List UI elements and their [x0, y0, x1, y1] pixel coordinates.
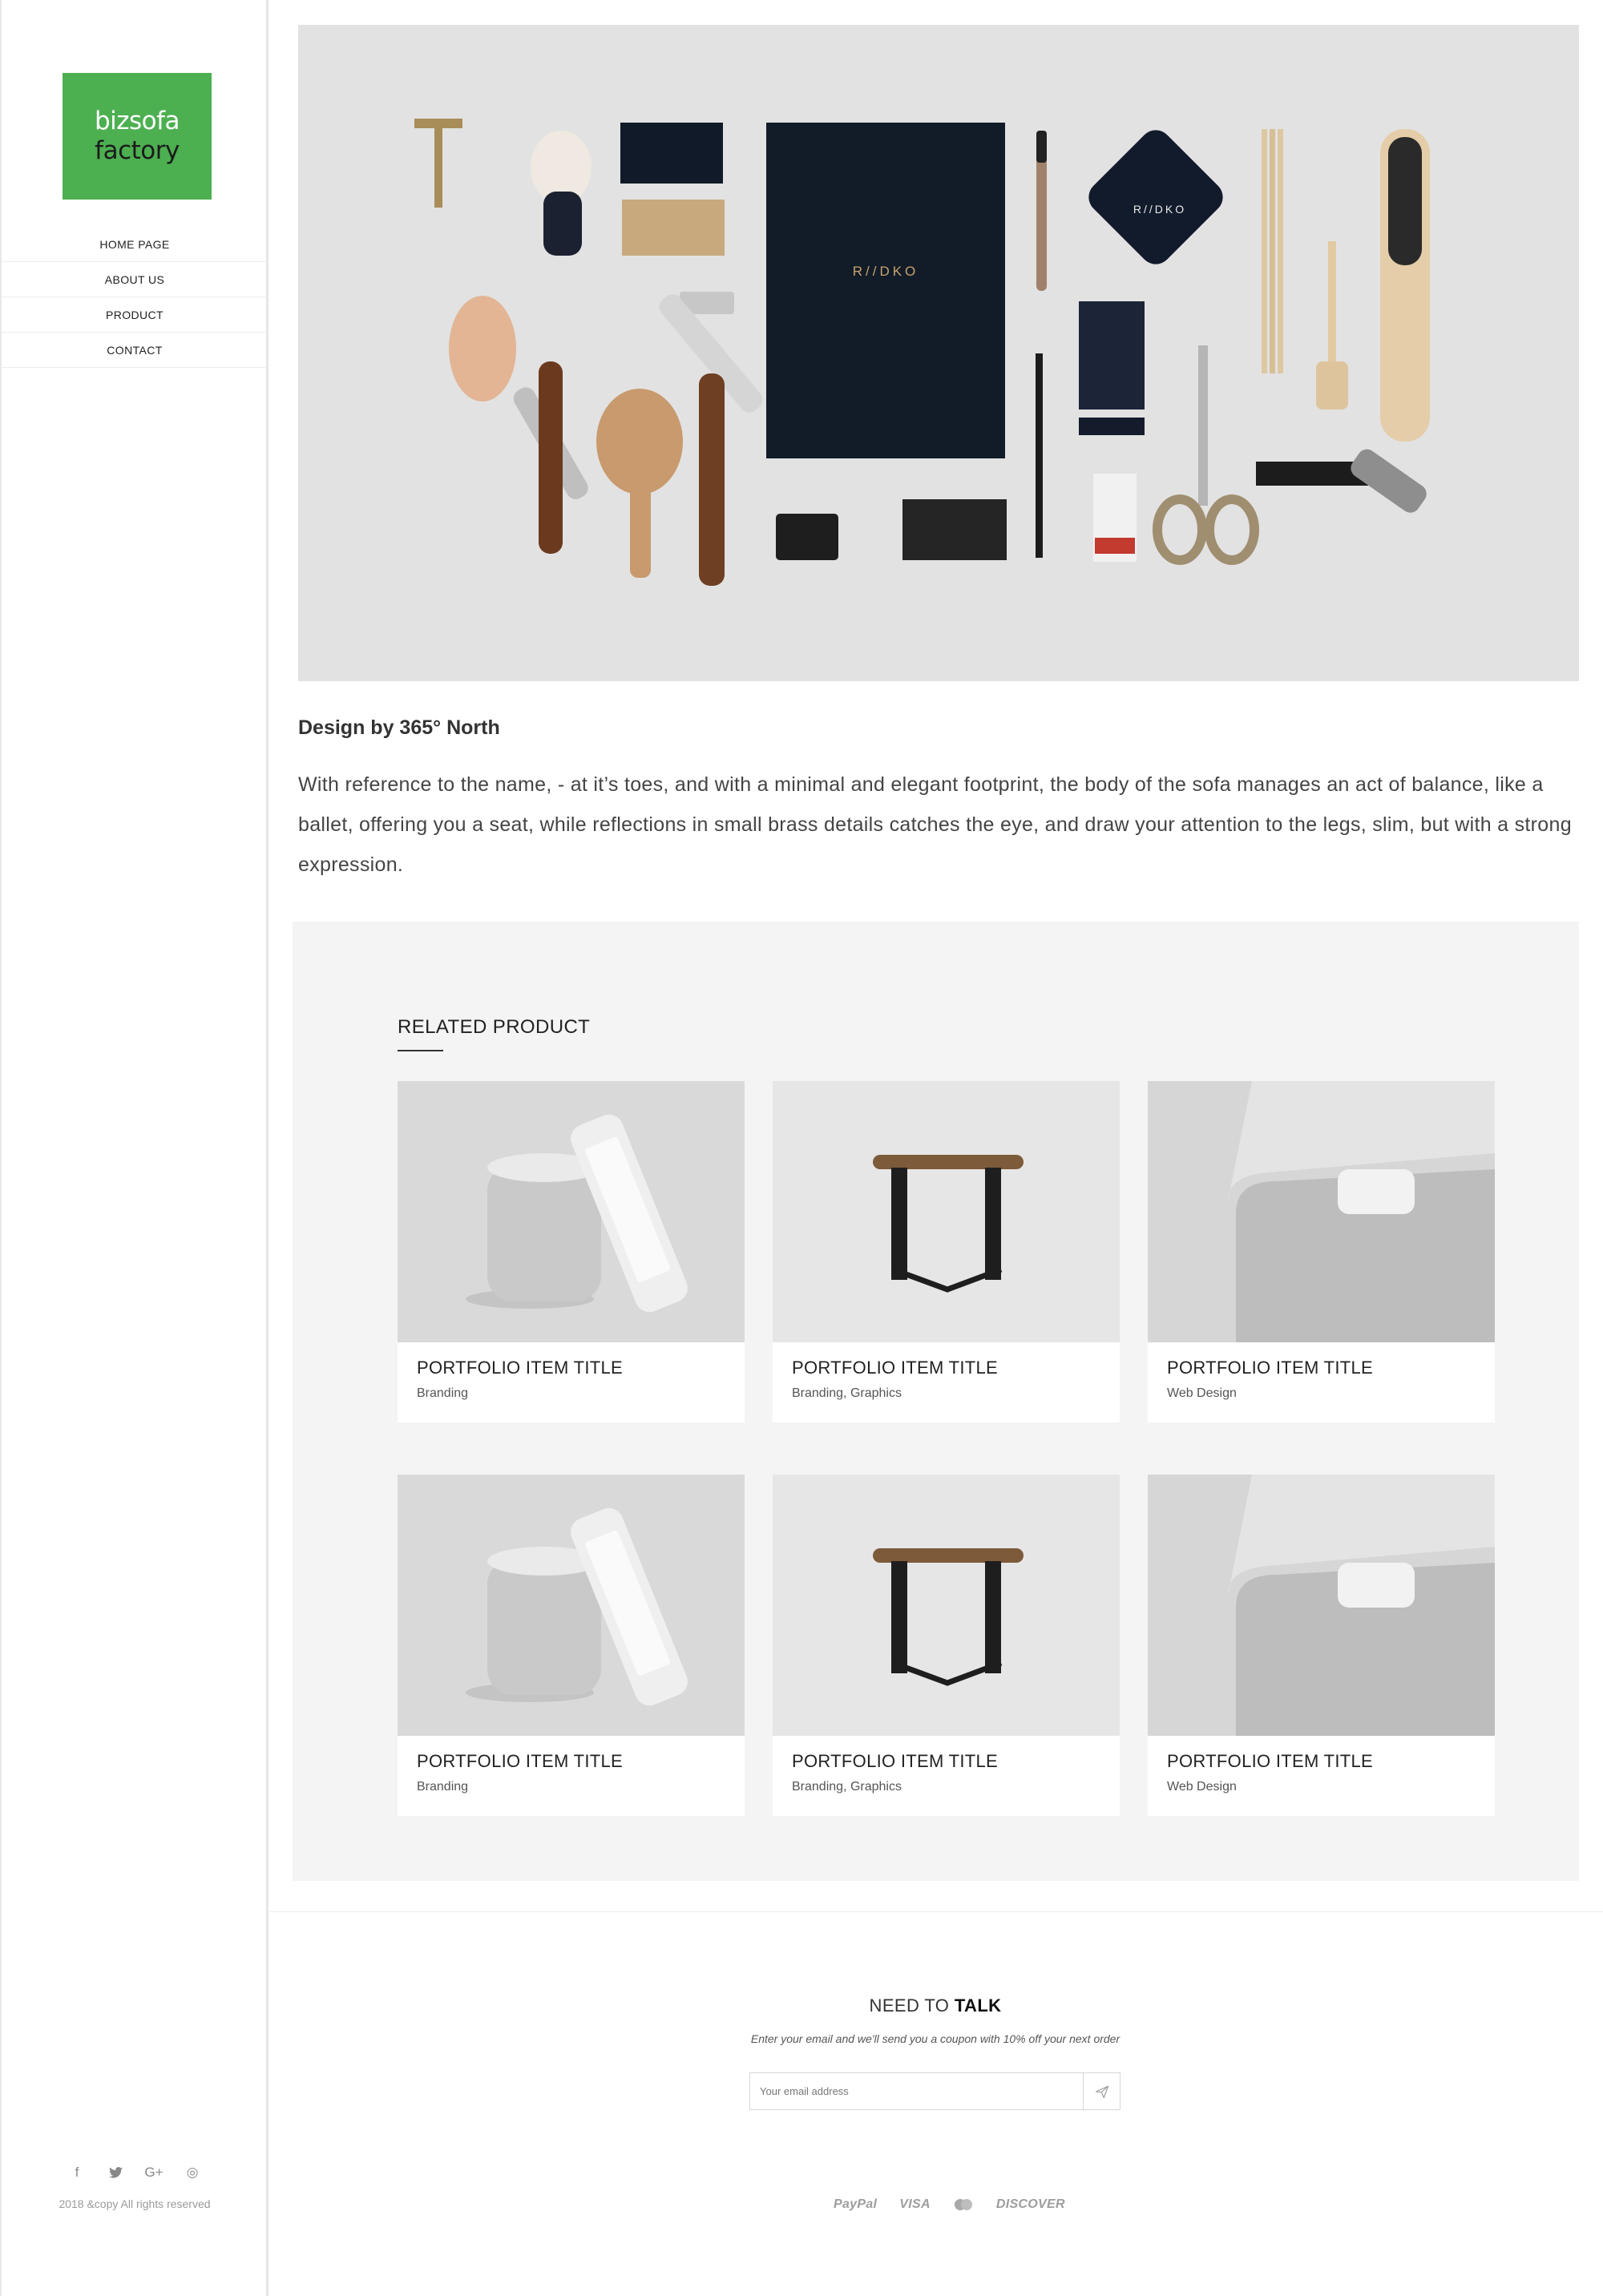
logo[interactable]: bizsofa factory	[63, 73, 212, 200]
instagram-icon[interactable]: ◎	[184, 2164, 201, 2181]
portfolio-item-category: Branding, Graphics	[792, 1386, 902, 1400]
brand-label: R//DKO	[853, 264, 919, 279]
portfolio-item-title: PORTFOLIO ITEM TITLE	[1167, 1751, 1374, 1771]
newsletter-title-bold: TALK	[954, 1995, 1002, 2016]
portfolio-thumbnail-device	[1148, 1475, 1495, 1736]
related-products-title: RELATED PRODUCT	[398, 1016, 591, 1038]
portfolio-item-category: Branding, Graphics	[792, 1780, 902, 1794]
portfolio-item-category: Branding	[417, 1386, 469, 1400]
copyright-text: 2018 &copy All rights reserved	[59, 2197, 211, 2210]
paypal-logo: PayPal	[834, 2197, 878, 2211]
portfolio-item-category: Web Design	[1167, 1386, 1237, 1400]
google-plus-icon[interactable]: G+	[144, 2164, 163, 2181]
portfolio-card[interactable]: PORTFOLIO ITEM TITLE Branding, Graphics	[773, 1475, 1120, 1816]
portfolio-thumbnail-stool	[773, 1081, 1120, 1342]
newsletter-title: NEED TO TALK	[270, 1995, 1601, 2016]
nav-item-home[interactable]: HOME PAGE	[2, 227, 268, 262]
portfolio-thumbnail-stool	[773, 1475, 1120, 1736]
mastercard-icon	[954, 2199, 972, 2210]
email-input[interactable]	[750, 2073, 1083, 2109]
discover-logo: DISCOVER	[995, 2197, 1065, 2211]
newsletter-subtitle: Enter your email and we'll send you a co…	[750, 2032, 1120, 2045]
nav-item-contact[interactable]: CONTACT	[2, 333, 268, 368]
portfolio-item-title: PORTFOLIO ITEM TITLE	[792, 1751, 999, 1771]
portfolio-item-title: PORTFOLIO ITEM TITLE	[1167, 1358, 1374, 1378]
social-links: f G+ ◎	[2, 2164, 268, 2181]
design-title: Design by 365° North	[298, 716, 500, 739]
portfolio-card[interactable]: PORTFOLIO ITEM TITLE Web Design	[1148, 1475, 1495, 1816]
nav-item-product[interactable]: PRODUCT	[2, 297, 268, 333]
visa-logo: VISA	[899, 2197, 931, 2211]
title-underline	[398, 1050, 443, 1051]
portfolio-item-category: Branding	[417, 1780, 469, 1794]
portfolio-item-title: PORTFOLIO ITEM TITLE	[792, 1358, 999, 1378]
newsletter-form	[749, 2072, 1120, 2110]
portfolio-card[interactable]: PORTFOLIO ITEM TITLE Web Design	[1148, 1081, 1495, 1422]
portfolio-item-category: Web Design	[1167, 1780, 1237, 1794]
facebook-icon[interactable]: f	[68, 2164, 86, 2181]
stationery-mockup-illustration: R//DKO R//DKO	[414, 119, 1430, 586]
hero-image: R//DKO R//DKO	[298, 25, 1579, 681]
portfolio-card[interactable]: PORTFOLIO ITEM TITLE Branding	[398, 1081, 745, 1422]
portfolio-thumbnail-speaker-phone	[398, 1081, 745, 1342]
product-description: With reference to the name, - at it’s to…	[298, 773, 1572, 876]
brand-label-small: R//DKO	[1133, 203, 1186, 216]
related-products-section: RELATED PRODUCT PORTFOLIO ITEM TITLE Bra…	[293, 922, 1579, 1881]
main-nav: HOME PAGE ABOUT US PRODUCT CONTACT	[2, 227, 268, 368]
portfolio-card[interactable]: PORTFOLIO ITEM TITLE Branding, Graphics	[773, 1081, 1120, 1422]
logo-line-2: factory	[95, 136, 180, 165]
portfolio-thumbnail-speaker-phone	[398, 1475, 745, 1736]
nav-item-about[interactable]: ABOUT US	[2, 262, 268, 297]
portfolio-thumbnail-device	[1148, 1081, 1495, 1342]
logo-line-1: bizsofa	[94, 107, 180, 135]
twitter-icon[interactable]	[107, 2164, 124, 2181]
portfolio-card[interactable]: PORTFOLIO ITEM TITLE Branding	[398, 1475, 745, 1816]
sidebar: bizsofa factory HOME PAGE ABOUT US PRODU…	[0, 0, 269, 2296]
portfolio-item-title: PORTFOLIO ITEM TITLE	[417, 1358, 624, 1378]
footer-divider	[270, 1911, 1603, 1912]
paper-plane-icon	[1095, 2085, 1108, 2098]
newsletter-title-prefix: NEED TO	[869, 1995, 955, 2016]
portfolio-item-title: PORTFOLIO ITEM TITLE	[417, 1751, 624, 1771]
send-button[interactable]	[1083, 2073, 1120, 2109]
payment-methods: PayPal VISA DISCOVER	[834, 2197, 1065, 2212]
